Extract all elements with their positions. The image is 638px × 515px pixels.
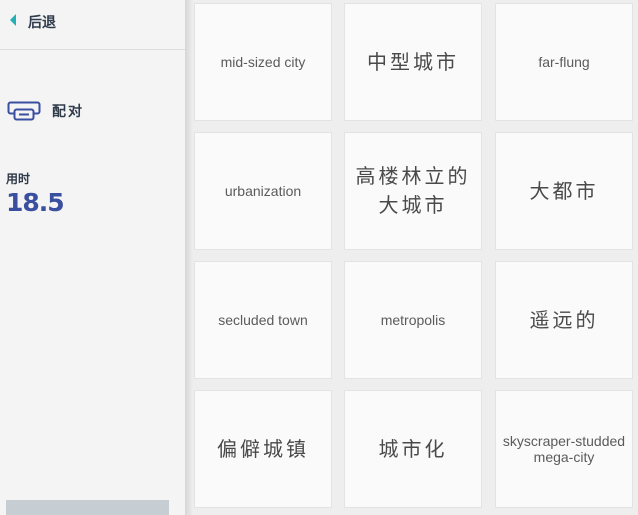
match-card-text: 高楼林立的大城市 xyxy=(355,164,471,217)
caret-left-icon xyxy=(10,14,16,26)
time-value: 18.5 xyxy=(6,188,65,217)
match-card-text: 中型城市 xyxy=(367,49,459,74)
match-card[interactable]: 遥远的 xyxy=(495,261,633,379)
match-card-text: skyscraper-studded mega-city xyxy=(502,433,626,465)
sidebar: 后退 配对 用时 18.5 xyxy=(0,0,185,515)
time-label: 用时 xyxy=(6,172,31,186)
match-card[interactable]: far-flung xyxy=(495,3,633,121)
match-card[interactable]: urbanization xyxy=(194,132,332,250)
mode-label: 配对 xyxy=(52,104,84,120)
sidebar-shadow xyxy=(185,0,193,515)
match-card-text: mid-sized city xyxy=(220,54,306,70)
match-card[interactable]: skyscraper-studded mega-city xyxy=(495,390,633,508)
back-button[interactable]: 后退 xyxy=(0,0,185,49)
match-card[interactable]: secluded town xyxy=(194,261,332,379)
match-card[interactable]: 偏僻城镇 xyxy=(194,390,332,508)
match-card-text: secluded town xyxy=(218,312,308,328)
match-card-text: urbanization xyxy=(224,183,302,199)
sidebar-divider xyxy=(0,49,185,50)
match-card[interactable]: 大都市 xyxy=(495,132,633,250)
match-grid: mid-sized city 中型城市 far-flung urbanizati… xyxy=(193,0,638,515)
match-card-text: far-flung xyxy=(538,54,590,70)
match-card[interactable]: 城市化 xyxy=(344,390,482,508)
card-match-icon xyxy=(7,101,41,121)
match-card[interactable]: mid-sized city xyxy=(194,3,332,121)
match-card-text: 城市化 xyxy=(378,436,448,461)
match-card[interactable]: 高楼林立的大城市 xyxy=(344,132,482,250)
match-card-text: metropolis xyxy=(380,312,446,328)
back-label: 后退 xyxy=(28,15,56,31)
match-card[interactable]: metropolis xyxy=(344,261,482,379)
match-card-text: 大都市 xyxy=(529,178,599,203)
match-card-text: 偏僻城镇 xyxy=(217,436,309,461)
match-card-text: 遥远的 xyxy=(529,307,599,332)
match-card[interactable]: 中型城市 xyxy=(344,3,482,121)
bottom-bar[interactable] xyxy=(6,500,169,515)
